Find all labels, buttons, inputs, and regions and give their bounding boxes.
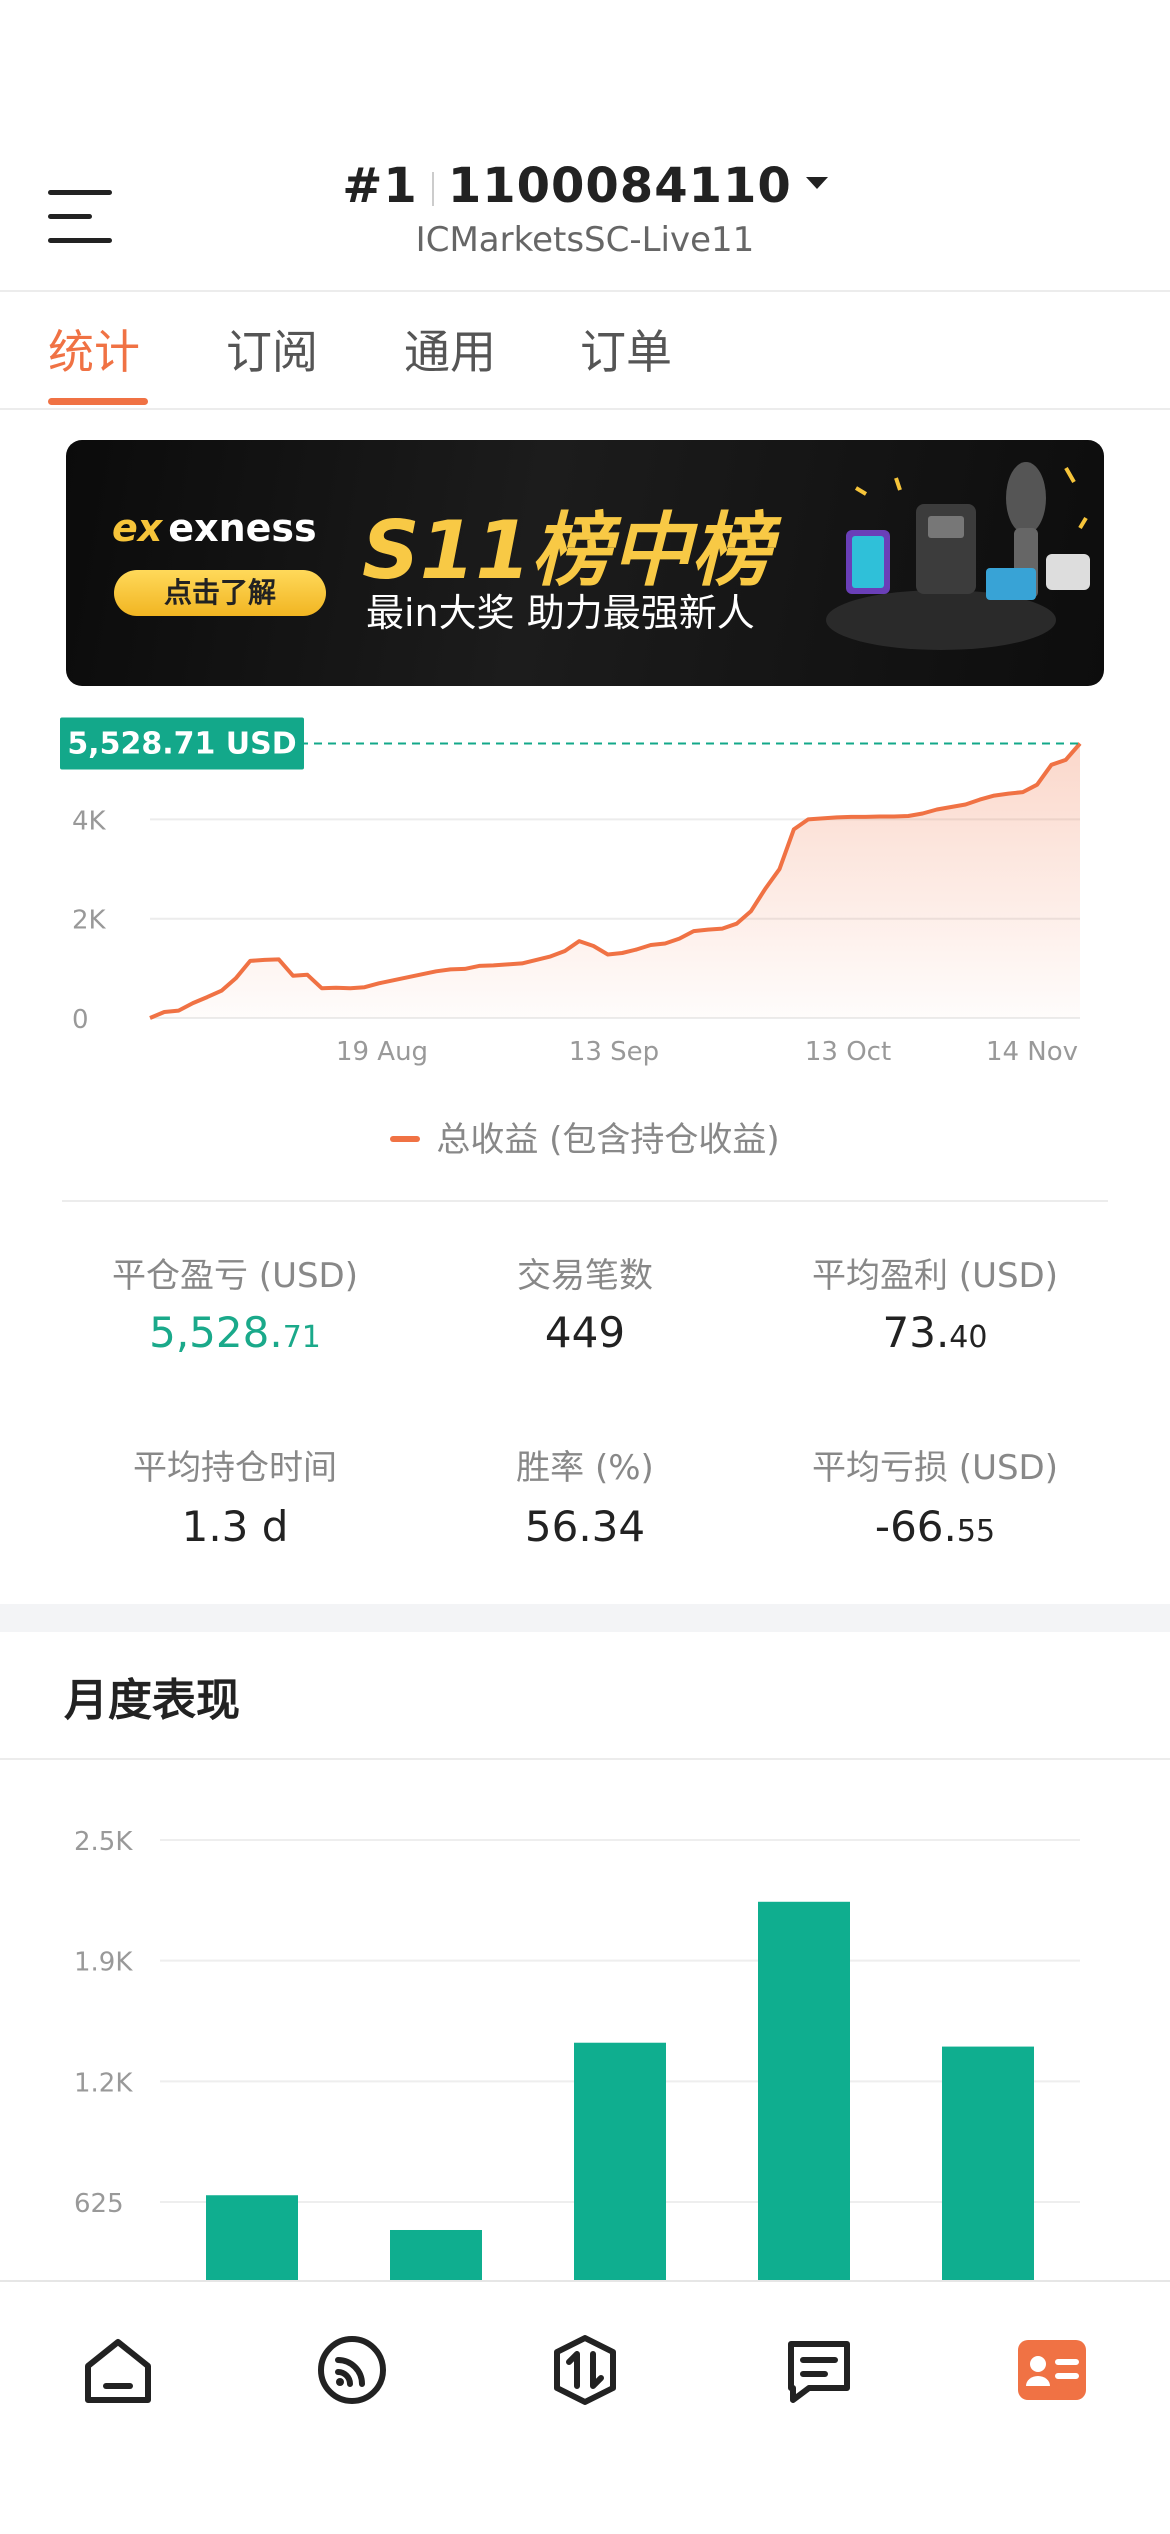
exness-logo: ex exness	[112, 506, 317, 550]
win-rate-value: 56.34	[524, 1502, 646, 1551]
x-tick-label: 19 Aug	[336, 1037, 428, 1067]
account-selector[interactable]: #1 1100084110	[0, 158, 1170, 214]
avg-loss-value: -66.55	[874, 1502, 996, 1551]
server-name: ICMarketsSC-Live11	[415, 220, 755, 260]
monthly-divider	[0, 1758, 1170, 1760]
x-tick-label: 14 Nov	[986, 1037, 1078, 1067]
monthly-bar	[758, 1901, 850, 2282]
active-tab-indicator	[48, 398, 148, 405]
y-tick-label: 1.9K	[74, 1948, 133, 1978]
profile-card-icon[interactable]	[1012, 2330, 1092, 2410]
trade-count-label: 交易笔数	[517, 1256, 653, 1296]
monthly-bar	[206, 2195, 298, 2282]
account-number: 1100084110	[447, 158, 792, 214]
avg-hold-time-value: 1.3 d	[181, 1502, 289, 1551]
y-tick-label: 0	[72, 1005, 89, 1035]
monthly-performance-title: 月度表现	[64, 1675, 240, 1726]
current-value-text: 5,528.71 USD	[67, 727, 296, 762]
y-tick-label: 1.2K	[74, 2068, 133, 2098]
legend-label: 总收益 (包含持仓收益)	[436, 1120, 780, 1160]
tab-orders[interactable]: 订单	[580, 316, 672, 382]
rank-label: #1	[342, 158, 418, 214]
closed-pnl-label: 平仓盈亏 (USD)	[112, 1256, 358, 1296]
chart-legend: 总收益 (包含持仓收益)	[0, 1112, 1170, 1161]
equity-chart: 0 2K 4K 19 Aug 13 Sep 13 Oct 14 Nov 5,528.71 US…	[60, 717, 1082, 1067]
monthly-bar	[390, 2229, 482, 2282]
y-tick-label: 4K	[72, 806, 107, 836]
message-icon[interactable]	[779, 2330, 859, 2410]
avg-profit-value: 73.40	[882, 1308, 988, 1357]
avg-profit-label: 平均盈利 (USD)	[812, 1256, 1058, 1296]
banner-subline: 最in大奖 助力最强新人	[366, 591, 755, 635]
closed-pnl-value: 5,528.71	[149, 1308, 321, 1357]
section-separator	[0, 1604, 1170, 1632]
y-tick-label: 2K	[72, 906, 107, 936]
caret-down-icon	[805, 177, 828, 189]
monthly-bar	[574, 2042, 666, 2282]
equity-area	[150, 743, 1080, 1018]
stats-divider	[62, 1200, 1108, 1202]
trade-icon[interactable]	[545, 2330, 625, 2410]
tab-statistics[interactable]: 统计	[48, 316, 140, 382]
win-rate-label: 胜率 (%)	[516, 1448, 654, 1488]
x-tick-label: 13 Sep	[569, 1037, 659, 1067]
legend-swatch	[390, 1135, 421, 1142]
monthly-bar-chart: 625 1.2K 1.9K 2.5K	[74, 1827, 1080, 2282]
x-tick-label: 13 Oct	[805, 1037, 891, 1067]
learn-more-button[interactable]: 点击了解	[114, 570, 326, 616]
promo-banner[interactable]: ex exness 点击了解 S11榜中榜 最in大奖 助力最强新人	[66, 440, 1104, 686]
header-divider	[0, 290, 1170, 292]
tab-subscribe[interactable]: 订阅	[226, 316, 318, 382]
y-tick-label: 2.5K	[74, 1827, 133, 1857]
tabs-divider	[0, 408, 1170, 410]
avg-hold-time-label: 平均持仓时间	[133, 1448, 337, 1488]
tab-general[interactable]: 通用	[404, 316, 496, 382]
feed-icon[interactable]	[312, 2330, 392, 2410]
monthly-bar	[942, 2046, 1034, 2282]
y-tick-label: 625	[74, 2189, 124, 2219]
bottom-nav	[0, 2280, 1170, 2534]
avg-loss-label: 平均亏损 (USD)	[812, 1448, 1058, 1488]
prizes-illustration	[846, 462, 1090, 600]
home-icon[interactable]	[78, 2330, 158, 2410]
trade-count-value: 449	[544, 1308, 626, 1357]
